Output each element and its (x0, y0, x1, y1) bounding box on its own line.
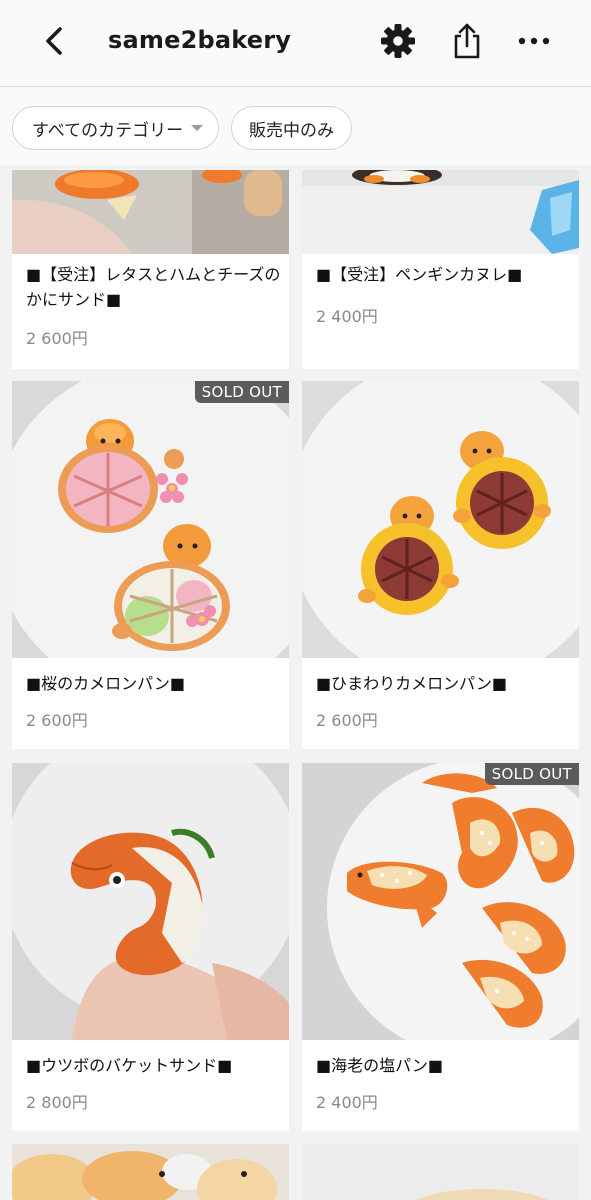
product-name: ■海老の塩パン■ (316, 1056, 444, 1075)
category-filter-dropdown[interactable]: すべてのカテゴリー (12, 106, 219, 150)
product-card[interactable]: SOLD OUT ■桜のカメロンパン■ 2 600円 (12, 381, 289, 749)
product-image (12, 1144, 289, 1200)
product-image (302, 1144, 579, 1200)
app-header: same2bakery (0, 0, 591, 87)
product-price: 2 400円 (316, 307, 378, 326)
product-name: ■桜のカメロンパン■ (26, 674, 186, 693)
product-image (12, 170, 289, 254)
category-filter-label: すべてのカテゴリー (32, 120, 184, 141)
product-card[interactable]: ■ひまわりカメロンパン■ 2 600円 (302, 381, 579, 749)
product-name: ■【受注】レタスとハムとチーズのかにサンド■ (26, 265, 281, 309)
product-price: 2 600円 (26, 329, 88, 348)
shop-title: same2bakery (108, 26, 292, 54)
product-card[interactable]: SOLD OUT ■海老の塩パン■ 2 400円 (302, 763, 579, 1131)
sold-out-badge: SOLD OUT (484, 763, 579, 785)
more-dots-icon (518, 37, 550, 45)
sold-out-badge: SOLD OUT (194, 381, 289, 403)
product-price: 2 400円 (316, 1093, 378, 1112)
share-icon (454, 23, 480, 59)
product-card[interactable]: ■ウツボのバケットサンド■ 2 800円 (12, 763, 289, 1131)
product-name: ■ウツボのバケットサンド■ (26, 1056, 233, 1075)
more-button[interactable] (511, 18, 557, 64)
chevron-left-icon (46, 27, 62, 55)
product-price: 2 600円 (26, 711, 88, 730)
product-name: ■ひまわりカメロンパン■ (316, 674, 508, 693)
product-card[interactable]: ■【受注】レタスとハムとチーズのかにサンド■ 2 600円 (12, 170, 289, 369)
gear-icon (381, 24, 415, 58)
product-price: 2 600円 (316, 711, 378, 730)
product-name: ■【受注】ペンギンカヌレ■ (316, 265, 523, 284)
product-image (302, 381, 579, 658)
product-grid: ■【受注】レタスとハムとチーズのかにサンド■ 2 600円 ■【受注】ペンギンカ… (0, 166, 591, 1200)
product-card[interactable] (12, 1144, 289, 1200)
product-image: SOLD OUT (302, 763, 579, 1040)
on-sale-only-label: 販売中のみ (249, 120, 334, 141)
filter-bar: すべてのカテゴリー 販売中のみ (0, 87, 591, 165)
product-card[interactable]: ■【受注】ペンギンカヌレ■ 2 400円 (302, 170, 579, 369)
product-image (12, 763, 289, 1040)
share-button[interactable] (444, 18, 490, 64)
settings-button[interactable] (375, 18, 421, 64)
product-card[interactable] (302, 1144, 579, 1200)
on-sale-only-filter[interactable]: 販売中のみ (231, 106, 352, 150)
product-image: SOLD OUT (12, 381, 289, 658)
product-image (302, 170, 579, 254)
caret-down-icon (191, 125, 204, 131)
product-price: 2 800円 (26, 1093, 88, 1112)
back-button[interactable] (32, 18, 78, 64)
